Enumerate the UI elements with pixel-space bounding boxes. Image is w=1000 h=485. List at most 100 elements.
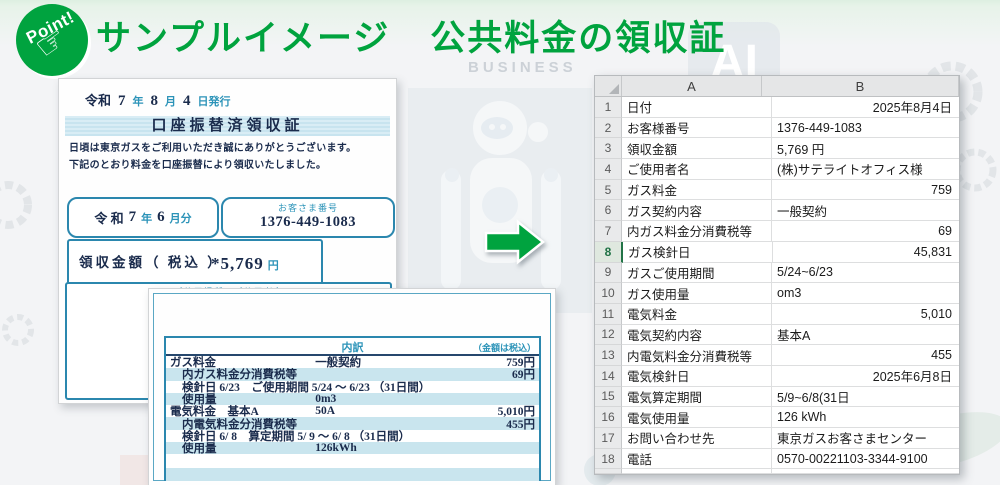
point-badge: Point! ☞ — [16, 4, 88, 76]
row-number: 7 — [595, 221, 622, 242]
breakdown-filler-row — [166, 454, 539, 467]
greeting-line-2: 下記のとおり料金を口座振替により領収いたしました。 — [69, 158, 356, 175]
sheet-row-19-partial — [595, 469, 959, 474]
cell-b: 5/24~6/23 — [772, 263, 959, 284]
amount-value: *5,769円 — [211, 254, 280, 274]
cell-b: 5/9~6/8(31日 — [772, 387, 959, 408]
amount-label: 領収金額（ 税込 ） — [79, 251, 224, 271]
select-all-corner — [595, 76, 622, 96]
customer-number-box: お客さま番号 1376-449-1083 — [221, 197, 395, 238]
row-number: 16 — [595, 407, 622, 428]
row-number: 13 — [595, 345, 622, 366]
cell-b: 2025年8月4日 — [772, 97, 959, 118]
cell-a: ガス使用量 — [622, 283, 772, 304]
breakdown-header-right: （金額は税込） — [473, 341, 536, 354]
issue-month: 8 — [151, 93, 159, 109]
sheet-row-14: 14電気検針日2025年6月8日 — [595, 366, 959, 387]
period-year-unit: 年 — [141, 210, 152, 226]
cell-b: 1376-449-1083 — [772, 118, 959, 139]
cell-a: お問い合わせ先 — [622, 428, 772, 449]
cell-b: 2025年6月8日 — [772, 366, 959, 387]
row-number — [595, 469, 622, 474]
amount-box: 領収金額（ 税込 ） *5,769円 — [67, 239, 323, 285]
customer-number-value: 1376-449-1083 — [223, 214, 393, 231]
row-number: 11 — [595, 304, 622, 325]
cell-b: 基本A — [772, 325, 959, 346]
row-mid: 126kWh — [315, 442, 357, 454]
issue-year-unit: 年 — [133, 96, 144, 108]
sheet-row-4: 4ご使用者名(株)サテライトオフィス様 — [595, 159, 959, 180]
sheet-row-3: 3領収金額5,769 円 — [595, 138, 959, 159]
cell-a: ガス契約内容 — [622, 200, 772, 221]
sheet-row-15: 15電気算定期間5/9~6/8(31日 — [595, 387, 959, 408]
row-number: 1 — [595, 97, 622, 118]
row-number: 10 — [595, 283, 622, 304]
sheet-row-5: 5ガス料金759 — [595, 180, 959, 201]
cell-a: ガス検針日 — [623, 242, 773, 263]
cell-b: om3 — [772, 283, 959, 304]
page-title-right: 公共料金の領収証 — [430, 10, 726, 61]
row-number: 6 — [595, 200, 622, 221]
row-number: 9 — [595, 263, 622, 284]
cell-a: 電気使用量 — [622, 407, 772, 428]
sheet-row-6: 6ガス契約内容一般契約 — [595, 200, 959, 221]
issue-month-unit: 月 — [165, 96, 176, 108]
breakdown-table: 内訳 （金額は税込） ガス料金 一般契約 759円 内ガス料金分消費税等 69円… — [164, 336, 541, 481]
issue-era: 令和 — [85, 93, 111, 108]
period-month: 6 — [157, 209, 165, 226]
row-mid: 50A — [315, 405, 335, 417]
page-title: サンプルイメージ 公共料金の領収証 — [96, 10, 726, 61]
issue-day: 4 — [183, 93, 191, 109]
sheet-row-10: 10ガス使用量om3 — [595, 283, 959, 304]
row-number: 5 — [595, 180, 622, 201]
cell-b: 759 — [772, 180, 959, 201]
cell-a: ご使用者名 — [622, 159, 772, 180]
cell-a: お客様番号 — [622, 118, 772, 139]
cell-b: 455 — [772, 345, 959, 366]
receipt-bottom: 内訳 （金額は税込） ガス料金 一般契約 759円 内ガス料金分消費税等 69円… — [148, 288, 556, 485]
breakdown-filler-row — [166, 468, 539, 481]
sheet-row-12: 12電気契約内容基本A — [595, 325, 959, 346]
amount-number: *5,769 — [211, 254, 264, 273]
spreadsheet: A B 1日付2025年8月4日 2お客様番号1376-449-1083 3領収… — [594, 75, 960, 475]
receipt-title: 口座振替済領収証 — [65, 116, 390, 136]
row-number: 14 — [595, 366, 622, 387]
cell-a: 電気算定期間 — [622, 387, 772, 408]
cell-a: 内ガス料金分消費税等 — [622, 221, 772, 242]
row-number: 4 — [595, 159, 622, 180]
cell-b: (株)サテライトオフィス様 — [772, 159, 959, 180]
row-number-selected: 8 — [595, 242, 623, 263]
sheet-row-7: 7内ガス料金分消費税等69 — [595, 221, 959, 242]
greeting-line-1: 日頃は東京ガスをご利用いただき誠にありがとうございます。 — [69, 141, 356, 158]
sheet-row-13: 13内電気料金分消費税等455 — [595, 345, 959, 366]
cell-a: 電話 — [622, 449, 772, 470]
row-number: 18 — [595, 449, 622, 470]
spreadsheet-column-headers: A B — [595, 76, 959, 97]
sheet-row-9: 9ガスご使用期間5/24~6/23 — [595, 263, 959, 284]
cell-a: 内電気料金分消費税等 — [622, 345, 772, 366]
sheet-row-1: 1日付2025年8月4日 — [595, 97, 959, 118]
cell-b: 0570-00221103-3344-9100 — [772, 449, 959, 470]
cell-b: 69 — [772, 221, 959, 242]
cell-a: 電気検針日 — [622, 366, 772, 387]
cell-a: 電気料金 — [622, 304, 772, 325]
cell-b — [772, 469, 959, 474]
row-number: 3 — [595, 138, 622, 159]
cell-b: 5,010 — [772, 304, 959, 325]
breakdown-row: 使用量 126kWh — [166, 442, 539, 454]
receipt-greeting: 日頃は東京ガスをご利用いただき誠にありがとうございます。 下記のとおり料金を口座… — [69, 141, 356, 174]
conversion-arrow-icon — [484, 218, 546, 271]
sheet-row-17: 17お問い合わせ先東京ガスお客さまセンター — [595, 428, 959, 449]
row-number: 15 — [595, 387, 622, 408]
column-header-b: B — [762, 76, 959, 96]
period-month-unit: 月分 — [170, 210, 192, 226]
issue-day-unit: 日発行 — [198, 96, 231, 108]
row-mid: 0m3 — [315, 393, 336, 405]
period-year: 7 — [129, 209, 137, 226]
cell-a: ガスご使用期間 — [622, 263, 772, 284]
period-era: 令 和 — [94, 208, 123, 227]
column-header-a: A — [622, 76, 762, 96]
cell-b: 126 kWh — [772, 407, 959, 428]
business-watermark: BUSINESS — [468, 59, 577, 76]
cell-b: 5,769 円 — [772, 138, 959, 159]
